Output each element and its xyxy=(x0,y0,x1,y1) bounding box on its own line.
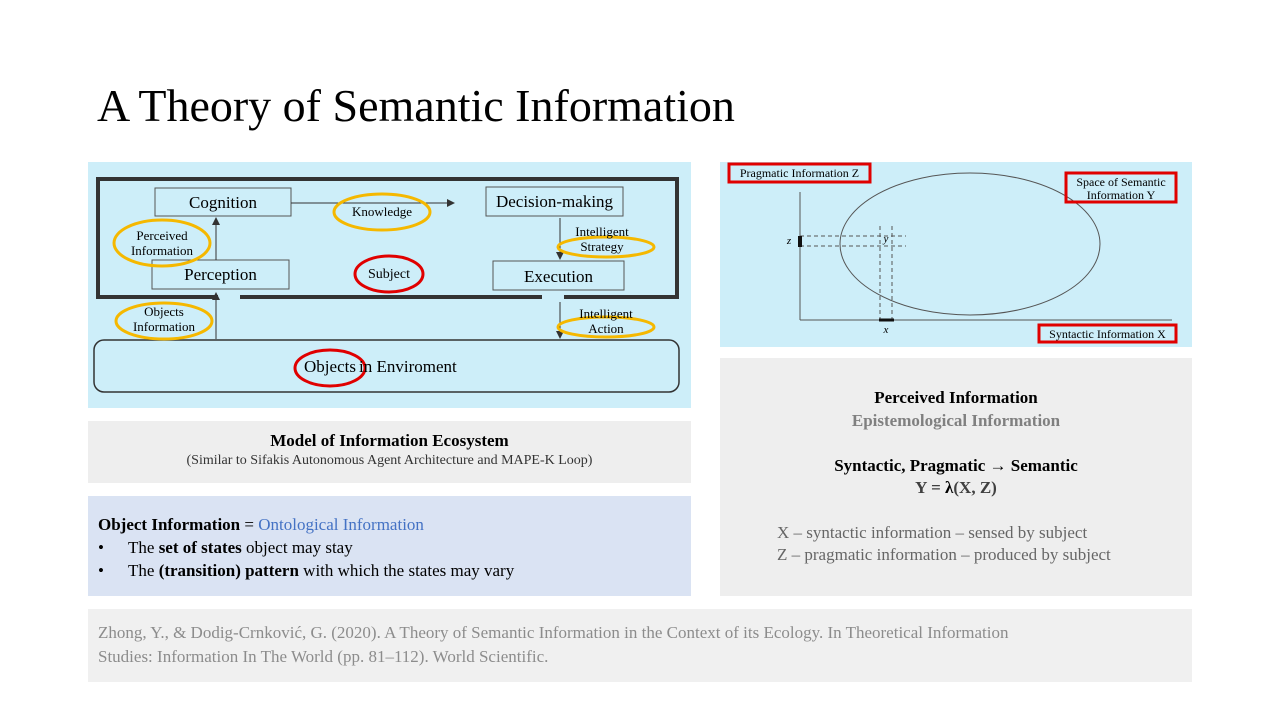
model-caption-subtitle: (Similar to Sifakis Autonomous Agent Arc… xyxy=(186,453,593,468)
intelligent-action-label-line1: Intelligent xyxy=(579,306,633,321)
bullet1-pre: The xyxy=(128,538,159,557)
x-tick-label: x xyxy=(883,324,889,336)
intelligent-strategy-label-line2: Strategy xyxy=(580,239,624,254)
formula-pre: Y = xyxy=(915,478,946,497)
x-definition: X – syntactic information – sensed by su… xyxy=(777,523,1088,542)
semantic-information-label-line1: Space of Semantic xyxy=(1076,175,1166,189)
objects-information-label-line1: Objects xyxy=(144,304,184,319)
decision-making-label: Decision-making xyxy=(495,192,614,211)
environment-label: in Enviroment xyxy=(359,357,457,376)
equals-sign: = xyxy=(240,515,259,534)
perceived-information-label-line1: Perceived xyxy=(136,228,188,243)
model-caption-box: Model of Information Ecosystem (Similar … xyxy=(88,421,691,483)
object-information-bullets: • The set of states object may stay • Th… xyxy=(98,536,688,582)
formula-line: Y = λ(X, Z) xyxy=(720,478,1192,498)
z-definition: Z – pragmatic information – produced by … xyxy=(777,545,1111,564)
subject-label: Subject xyxy=(368,267,410,282)
reference-line-1: Zhong, Y., & Dodig-Crnković, G. (2020). … xyxy=(98,623,1009,642)
perception-label: Perception xyxy=(184,265,257,284)
bullet-dot: • xyxy=(98,538,104,557)
list-item: • The set of states object may stay xyxy=(98,536,688,559)
syntactic-information-label: Syntactic Information X xyxy=(1049,327,1166,341)
perceived-information-title: Perceived Information xyxy=(874,388,1038,407)
intelligent-action-label-line2: Action xyxy=(588,321,624,336)
formula-post: (X, Z) xyxy=(953,478,997,497)
bullet2-pre: The xyxy=(128,561,159,580)
information-ecosystem-diagram: Cognition Knowledge Decision-making Perc… xyxy=(88,162,691,408)
execution-label: Execution xyxy=(524,267,593,286)
list-item: • The (transition) pattern with which th… xyxy=(98,559,688,582)
objects-label: Objects xyxy=(304,357,356,376)
bullet2-bold: (transition) pattern xyxy=(158,561,299,580)
y-point-label: y xyxy=(883,233,889,245)
bullet-dot: • xyxy=(98,561,104,580)
bullet2-post: with which the states may vary xyxy=(298,561,515,580)
bullet1-post: object may stay xyxy=(241,538,353,557)
semantic-space-diagram: Pragmatic Information Z Space of Semanti… xyxy=(720,162,1192,347)
intelligent-strategy-label-line1: Intelligent xyxy=(575,224,629,239)
object-information-box: Object Information = Ontological Informa… xyxy=(88,496,691,596)
perceived-information-label-line2: Information xyxy=(130,243,194,258)
object-information-term: Object Information xyxy=(98,515,241,534)
bullet1-bold: set of states xyxy=(158,538,242,557)
epistemological-information-subtitle: Epistemological Information xyxy=(851,411,1061,430)
model-caption-title: Model of Information Ecosystem xyxy=(270,431,509,450)
reference-line-2: Studies: Information In The World (pp. 8… xyxy=(98,647,549,666)
knowledge-label: Knowledge xyxy=(352,204,412,219)
object-information-heading: Object Information = Ontological Informa… xyxy=(98,513,424,536)
slide-title: A Theory of Semantic Information xyxy=(97,80,735,131)
perceived-information-panel: Perceived Information Epistemological In… xyxy=(720,358,1192,596)
objects-information-label-line2: Information xyxy=(132,319,196,334)
semantic-information-label-line2: Information Y xyxy=(1086,188,1156,202)
relation-line: Syntactic, Pragmatic → Semantic xyxy=(834,456,1078,475)
ontological-information-term: Ontological Information xyxy=(258,515,424,534)
cognition-label: Cognition xyxy=(188,193,257,212)
pragmatic-information-label: Pragmatic Information Z xyxy=(739,166,860,180)
z-tick-label: z xyxy=(786,235,792,247)
reference-box: Zhong, Y., & Dodig-Crnković, G. (2020). … xyxy=(88,609,1192,682)
